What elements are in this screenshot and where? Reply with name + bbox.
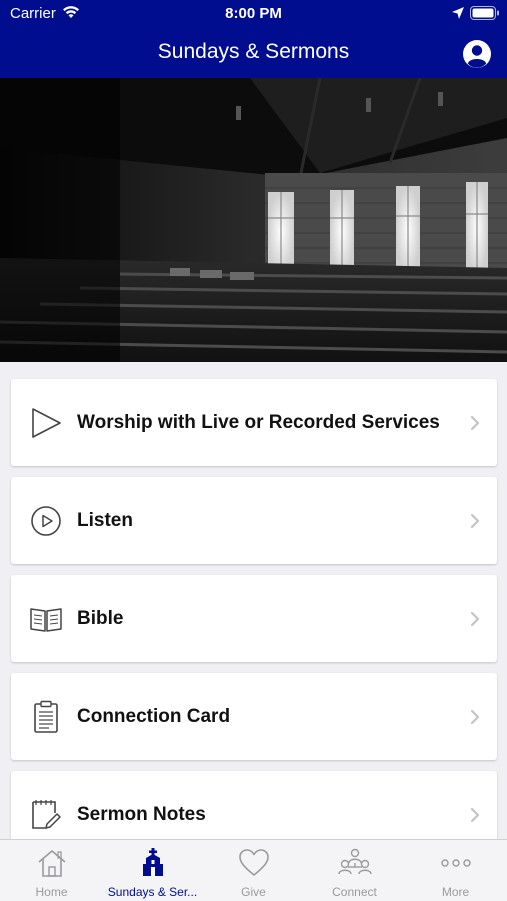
tab-label: Sundays & Ser... (107, 885, 198, 899)
menu-item-worship[interactable]: Worship with Live or Recorded Services (11, 379, 497, 466)
chevron-right-icon (470, 673, 480, 760)
tab-home[interactable]: Home (1, 840, 102, 901)
menu-item-label: Listen (77, 510, 133, 531)
battery-icon (470, 6, 500, 25)
tab-give[interactable]: Give (203, 840, 304, 901)
chevron-right-icon (470, 477, 480, 564)
tab-label: Give (241, 885, 266, 899)
church-icon (102, 848, 203, 880)
tab-bar: Home Sundays & Ser... Give Connect More (0, 839, 507, 901)
heart-icon (203, 848, 304, 880)
menu-item-listen[interactable]: Listen (11, 477, 497, 564)
notepad-pencil-icon (29, 771, 63, 839)
menu-item-label: Sermon Notes (77, 804, 206, 825)
menu-item-sermon-notes[interactable]: Sermon Notes (11, 771, 497, 839)
app-header: Carrier 8:00 PM Sundays & Sermons (0, 0, 507, 78)
menu-item-label: Connection Card (77, 706, 231, 727)
open-book-icon (29, 575, 63, 662)
menu-item-label: Worship with Live or Recorded Services (77, 412, 440, 433)
people-icon (304, 848, 405, 880)
clipboard-icon (29, 673, 63, 760)
menu-item-connection-card[interactable]: Connection Card (11, 673, 497, 760)
play-triangle-icon (29, 379, 63, 466)
tab-more[interactable]: More (405, 840, 506, 901)
church-interior-photo (0, 78, 507, 362)
chevron-right-icon (470, 771, 480, 839)
tab-label: Home (35, 885, 68, 899)
status-time: 8:00 PM (225, 5, 282, 22)
menu-list: Worship with Live or Recorded Services L… (0, 362, 507, 839)
menu-item-bible[interactable]: Bible (11, 575, 497, 662)
tab-label: More (441, 885, 470, 899)
menu-item-label: Bible (77, 608, 124, 629)
house-icon (1, 848, 102, 880)
tab-sundays-sermons[interactable]: Sundays & Ser... (102, 840, 203, 901)
chevron-right-icon (470, 575, 480, 662)
page-title: Sundays & Sermons (157, 40, 350, 63)
tab-connect[interactable]: Connect (304, 840, 405, 901)
location-arrow-icon (451, 6, 465, 25)
play-circle-icon (29, 477, 63, 564)
profile-icon[interactable] (461, 38, 493, 75)
tab-label: Connect (332, 885, 377, 899)
chevron-right-icon (470, 379, 480, 466)
ellipsis-icon (405, 848, 506, 880)
